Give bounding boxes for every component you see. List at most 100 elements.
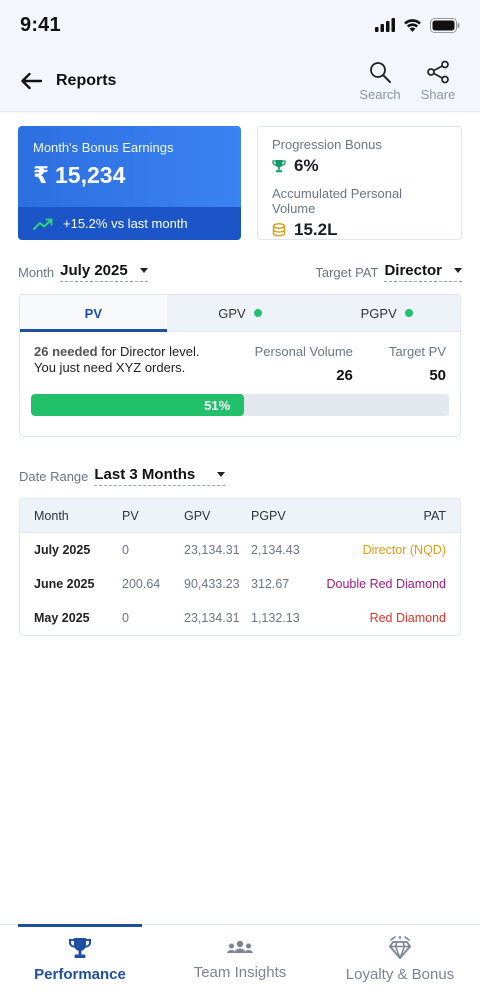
nav-label-loyalty-bonus: Loyalty & Bonus	[345, 966, 455, 983]
month-select[interactable]: July 2025	[60, 262, 148, 282]
search-icon	[370, 61, 391, 83]
search-label: Search	[359, 86, 401, 102]
tab-pv[interactable]: PV	[20, 295, 167, 332]
column-header-pgpv: PGPV	[251, 508, 286, 523]
pv-body: 26 needed for Director level. You just n…	[20, 332, 460, 384]
cell-pv: 0	[122, 543, 129, 557]
bonus-amount-value: 15,234	[55, 162, 126, 188]
progression-bonus-label: Progression Bonus	[272, 137, 382, 152]
pv-needed-rest: for Director level.	[97, 344, 200, 359]
target-pat-select[interactable]: Director	[384, 262, 462, 282]
accumulated-volume-value-row: 15.2L	[272, 220, 447, 240]
status-bar: 9:41	[0, 0, 480, 50]
share-label: Share	[420, 86, 456, 102]
pv-panel: PV GPV PGPV 26 needed for Director level…	[19, 294, 461, 437]
status-icons	[375, 17, 460, 33]
pv-message: 26 needed for Director level. You just n…	[34, 344, 199, 384]
tab-pv-label: PV	[84, 305, 102, 321]
cell-pat: Double Red Diamond	[326, 577, 446, 591]
share-button[interactable]: Share	[416, 60, 460, 102]
cell-pv: 200.64	[122, 577, 161, 591]
tab-pgpv[interactable]: PGPV	[313, 295, 460, 331]
date-range-label: Date Range	[19, 468, 89, 484]
status-dot-icon	[253, 309, 262, 317]
table-row[interactable]: May 2025 0 23,134.31 1,132.13 Red Diamon…	[20, 601, 460, 635]
header-actions: Search Share	[358, 60, 460, 102]
date-range-filter: Date Range Last 3 Months	[0, 466, 480, 486]
date-range-select[interactable]: Last 3 Months	[94, 466, 226, 486]
target-pv-metric: Target PV 50	[389, 344, 446, 384]
bonus-trend-text: +15.2% vs last month	[63, 216, 188, 231]
target-pat-select-value: Director	[384, 262, 442, 279]
month-filter: Month July 2025	[18, 262, 148, 282]
pv-progress-label: 51%	[204, 397, 231, 413]
bonus-earnings-amount: ₹ 15,234	[33, 162, 226, 189]
cell-month: May 2025	[34, 611, 90, 625]
pv-progress-bar: 51%	[31, 394, 449, 416]
accumulated-volume-label: Accumulated Personal Volume	[272, 186, 403, 216]
team-icon	[227, 940, 253, 953]
back-button[interactable]	[20, 66, 50, 96]
coins-icon	[272, 223, 286, 237]
app-header: Reports Search Share	[0, 50, 480, 112]
arrow-left-icon	[21, 72, 42, 89]
caret-down-icon	[454, 268, 462, 273]
cell-pat: Director (NQD)	[362, 543, 446, 557]
table-row[interactable]: June 2025 200.64 90,433.23 312.67 Double…	[20, 567, 460, 601]
pv-progress-fill: 51%	[31, 394, 245, 416]
target-pv-value: 50	[429, 367, 446, 384]
caret-down-icon	[139, 268, 148, 273]
personal-volume-label: Personal Volume	[254, 344, 353, 359]
wifi-icon	[404, 19, 421, 32]
volume-stats-card: Progression Bonus 6% Accumulated Persona…	[257, 126, 462, 240]
share-icon	[427, 60, 449, 83]
cell-pgpv: 2,134.43	[251, 543, 300, 557]
progression-bonus-value: 6%	[294, 156, 319, 175]
bonus-trend: +15.2% vs last month	[18, 207, 241, 240]
cell-gpv: 90,433.23	[184, 577, 240, 591]
cell-pat: Red Diamond	[369, 611, 446, 625]
bottom-nav: Performance Team Insights Loyalty & Bonu…	[0, 924, 480, 994]
nav-label-performance: Performance	[34, 966, 126, 983]
cell-gpv: 23,134.31	[184, 611, 240, 625]
status-time: 9:41	[20, 13, 61, 36]
nav-item-performance[interactable]: Performance	[0, 924, 160, 994]
tab-gpv[interactable]: GPV	[167, 295, 314, 331]
column-header-pat: PAT	[423, 508, 446, 523]
nav-label-team-insights: Team Insights	[193, 964, 287, 981]
month-label: Month	[18, 264, 55, 280]
history-table: Month PV GPV PGPV PAT July 2025 0 23,134…	[19, 498, 461, 636]
target-pat-label: Target PAT	[315, 264, 379, 280]
status-dot-icon	[404, 309, 413, 317]
pv-message-line1: 26 needed for Director level.	[34, 344, 199, 360]
table-row[interactable]: July 2025 0 23,134.31 2,134.43 Director …	[20, 533, 460, 567]
diamond-icon	[389, 936, 411, 959]
pv-needed-count: 26 needed	[34, 344, 98, 359]
volume-tabs: PV GPV PGPV	[20, 295, 460, 332]
progression-bonus-value-row: 6%	[272, 156, 447, 176]
tab-pgpv-label: PGPV	[360, 305, 397, 321]
pv-message-line2: You just need XYZ orders.	[34, 360, 186, 375]
table-header: Month PV GPV PGPV PAT	[20, 499, 460, 533]
page-title: Reports	[56, 71, 117, 89]
tab-gpv-label: GPV	[218, 305, 246, 321]
cell-gpv: 23,134.31	[184, 543, 240, 557]
filter-row: Month July 2025 Target PAT Director	[0, 262, 480, 282]
cell-month: June 2025	[34, 577, 95, 591]
cell-pv: 0	[122, 611, 129, 625]
cell-month: July 2025	[34, 543, 91, 557]
nav-item-loyalty-bonus[interactable]: Loyalty & Bonus	[320, 925, 480, 994]
cell-pgpv: 312.67	[251, 577, 290, 591]
battery-icon	[430, 17, 460, 33]
target-pat-filter: Target PAT Director	[315, 262, 462, 282]
pv-metrics: Personal Volume 26 Target PV 50	[255, 344, 446, 384]
column-header-gpv: GPV	[184, 508, 211, 523]
personal-volume-metric: Personal Volume 26	[255, 344, 353, 384]
bonus-earnings-label: Month's Bonus Earnings	[33, 140, 174, 155]
target-pv-label: Target PV	[388, 344, 446, 359]
nav-item-team-insights[interactable]: Team Insights	[160, 925, 320, 994]
search-button[interactable]: Search	[358, 60, 402, 102]
trophy-icon	[68, 938, 92, 958]
bonus-earnings-card[interactable]: Month's Bonus Earnings ₹ 15,234 +15.2% v…	[18, 126, 241, 240]
cell-pgpv: 1,132.13	[251, 611, 300, 625]
